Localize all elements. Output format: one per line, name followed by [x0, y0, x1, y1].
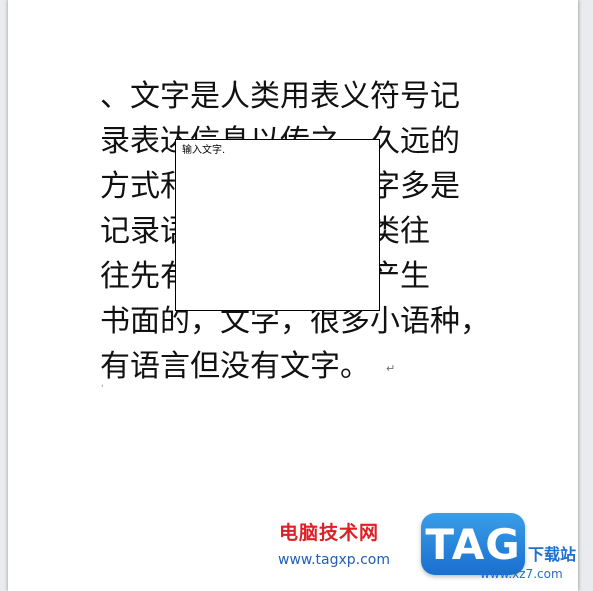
paragraph-mark-icon: ↵ — [386, 361, 396, 375]
watermark-tag-logo-text: TAG — [425, 519, 521, 569]
text-line-1[interactable]: 、文字是人类用表义符号记 — [100, 74, 510, 119]
document-page[interactable]: 、文字是人类用表义符号记 录表达信息以传之，久远的 方式和工具。现代文字多是 记… — [8, 0, 578, 591]
text-box[interactable]: 输入文字. — [175, 139, 380, 311]
watermark-site-url: www.tagxp.com — [278, 552, 390, 568]
watermark-site-name: 电脑技术网 — [279, 522, 380, 544]
watermark-download-url: www.xz7.com — [480, 567, 563, 581]
empty-paragraph-mark: ' — [101, 384, 104, 394]
text-line-7-content: 有语言但没有文字。 — [100, 349, 370, 384]
text-box-content[interactable]: 输入文字. — [182, 144, 373, 158]
watermark-download-text: 下载站 — [528, 545, 577, 564]
watermark-tag-logo: TAG — [421, 513, 525, 575]
text-line-7[interactable]: 有语言但没有文字。 ↵ — [100, 344, 510, 389]
